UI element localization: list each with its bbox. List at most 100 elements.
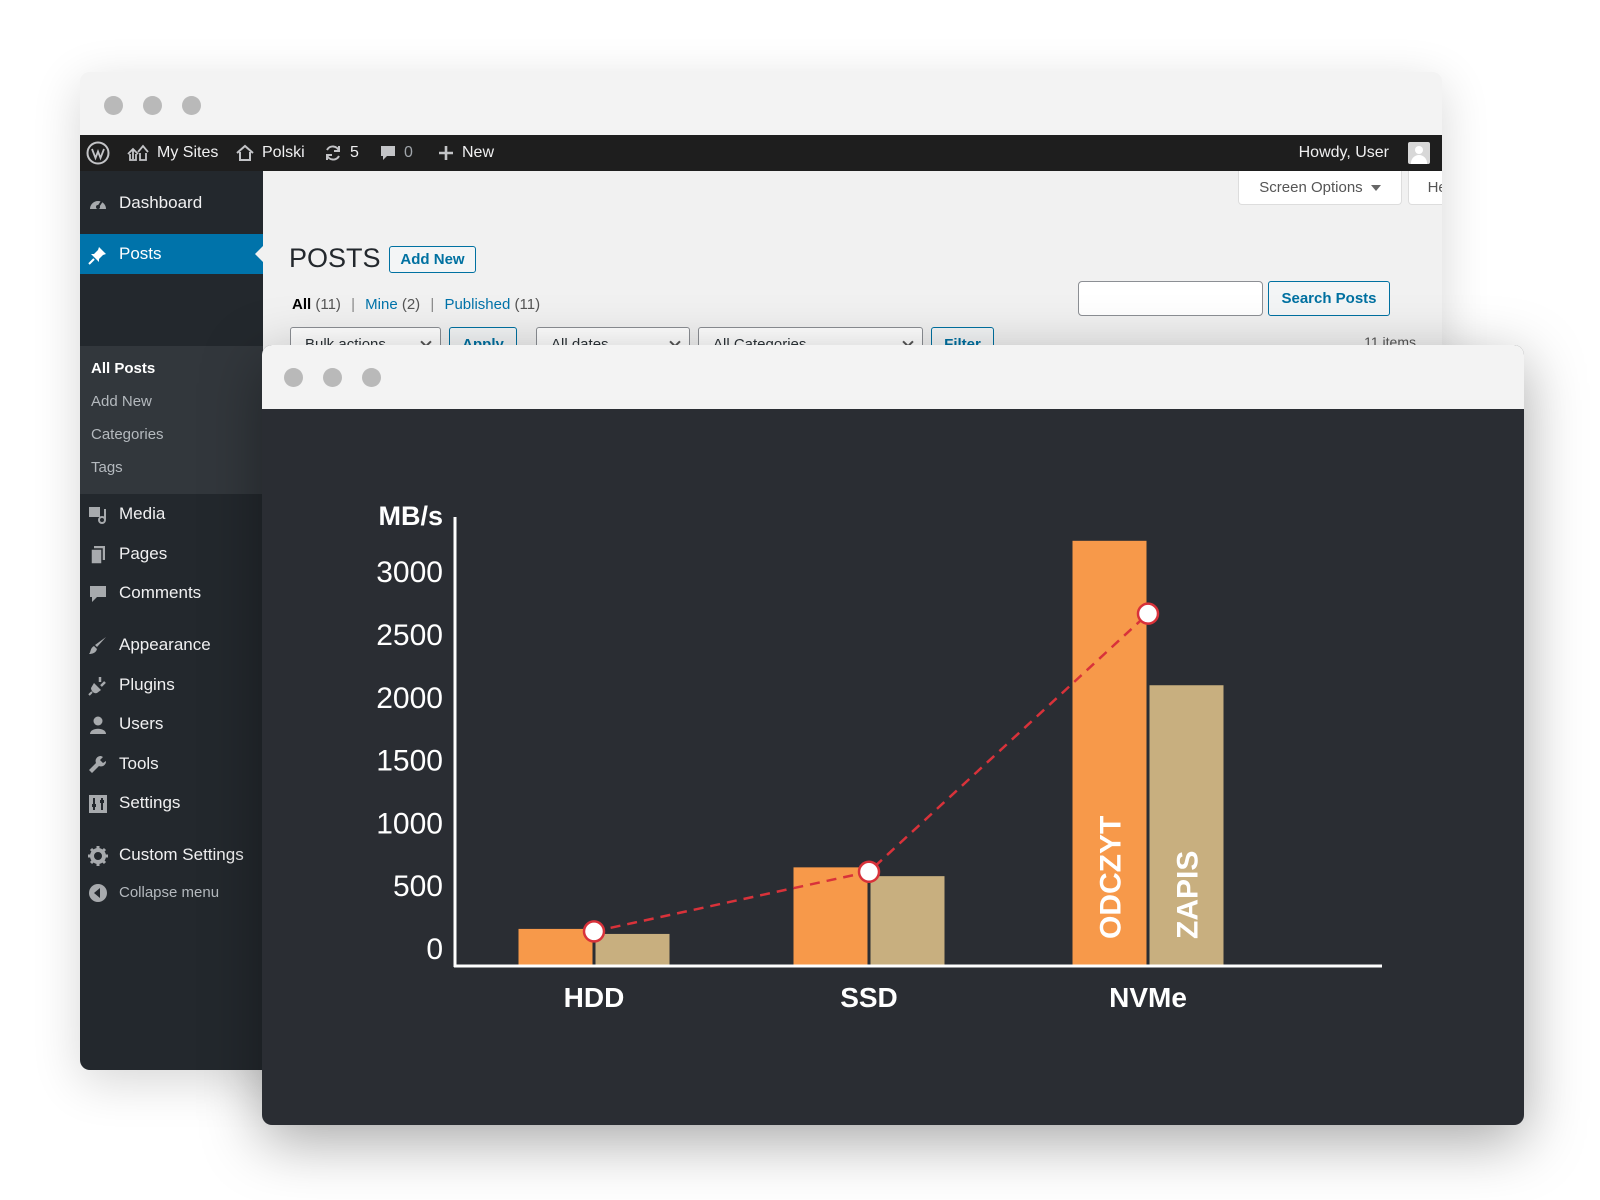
submenu-tags[interactable]: Tags	[91, 459, 123, 476]
post-status-filters: All (11) | Mine (2) | Published (11)	[292, 296, 540, 313]
sidebar-item-label: Dashboard	[119, 193, 203, 212]
pages-icon	[90, 546, 105, 565]
sidebar-item-settings[interactable]: Settings	[80, 783, 263, 823]
sidebar-item-label: Media	[119, 504, 166, 523]
comment-bubble-icon	[381, 146, 395, 160]
wordpress-logo-icon[interactable]	[86, 135, 110, 171]
sidebar-item-users[interactable]: Users	[80, 704, 263, 744]
my-sites-label: My Sites	[157, 144, 219, 161]
window-minimize-dot[interactable]	[323, 368, 342, 387]
sidebar-item-plugins[interactable]: Plugins	[80, 665, 263, 705]
search-posts-input[interactable]	[1078, 281, 1263, 316]
window-minimize-dot[interactable]	[143, 96, 162, 115]
sidebar-item-label: Plugins	[119, 675, 175, 694]
series-label-zapis: ZAPIS	[1172, 851, 1205, 939]
window-close-dot[interactable]	[104, 96, 123, 115]
sidebar-item-custom-settings[interactable]: Custom Settings	[80, 835, 263, 875]
bar-odczyt-ssd	[793, 867, 868, 965]
new-content-menu[interactable]: New	[437, 135, 494, 171]
submenu-categories[interactable]: Categories	[91, 426, 164, 443]
gear-icon	[88, 846, 108, 866]
plus-icon	[439, 146, 453, 160]
sliders-icon	[89, 795, 107, 813]
sidebar-item-label: Appearance	[119, 635, 211, 654]
speed-bar-chart: ODCZYT ZAPIS 0 500 1000 1500 2000 2500 3000 MB/s H…	[376, 501, 1382, 1013]
sidebar-item-label: Settings	[119, 793, 181, 812]
collapse-arrow-icon	[89, 884, 107, 902]
collapse-label: Collapse menu	[119, 883, 220, 901]
updates-menu[interactable]: 5	[323, 135, 359, 171]
x-tick-label-nvme: NVMe	[1109, 982, 1187, 1013]
admin-bar: My Sites Polski 5 0 New Howdy, User	[80, 135, 1442, 171]
filter-published[interactable]: Published	[444, 296, 510, 313]
posts-submenu: All Posts Add New Categories Tags	[80, 346, 263, 494]
x-tick-label-ssd: SSD	[840, 982, 898, 1013]
pin-icon	[88, 247, 106, 265]
site-name-label: Polski	[262, 144, 305, 161]
brush-icon	[89, 637, 106, 654]
y-tick-label-2500: 2500	[376, 619, 443, 652]
comments-count: 0	[404, 144, 413, 161]
window-titlebar	[262, 345, 1524, 409]
screen-options-button[interactable]: Screen Options	[1238, 171, 1402, 205]
window-zoom-dot[interactable]	[182, 96, 201, 115]
help-button[interactable]: Help	[1408, 171, 1442, 205]
sidebar-item-label: Custom Settings	[119, 845, 244, 864]
refresh-icon	[326, 145, 340, 161]
sidebar-item-media[interactable]: Media	[80, 494, 263, 534]
filter-all[interactable]: All	[292, 296, 311, 313]
window-close-dot[interactable]	[284, 368, 303, 387]
filter-mine-count: (2)	[401, 296, 421, 313]
plugin-icon	[88, 677, 106, 696]
y-tick-label-1000: 1000	[376, 807, 443, 840]
add-new-button[interactable]: Add New	[389, 246, 476, 273]
y-tick-label-0: 0	[426, 933, 443, 966]
user-icon	[90, 716, 106, 734]
sidebar-item-appearance[interactable]: Appearance	[80, 625, 263, 665]
trend-point-hdd	[582, 920, 606, 943]
sidebar-item-tools[interactable]: Tools	[80, 744, 263, 784]
admin-sidebar: Dashboard Posts All Posts Add New Catego…	[80, 171, 263, 1070]
home-icon	[236, 144, 254, 161]
filter-mine[interactable]: Mine	[365, 296, 398, 313]
y-axis-title: MB/s	[378, 501, 443, 531]
filter-separator: |	[351, 296, 355, 313]
submenu-add-new[interactable]: Add New	[91, 393, 152, 410]
collapse-menu-button[interactable]: Collapse menu	[80, 872, 263, 912]
submenu-all-posts[interactable]: All Posts	[91, 360, 155, 377]
my-sites-icon	[127, 144, 149, 161]
bar-zapis-hdd	[595, 933, 670, 965]
greeting: Howdy, User	[1298, 144, 1389, 161]
new-label: New	[462, 144, 495, 161]
filter-all-count: (11)	[315, 296, 341, 313]
site-name-menu[interactable]: Polski	[235, 135, 305, 171]
trend-point-nvme	[1136, 602, 1160, 625]
trend-point-ssd	[857, 860, 881, 884]
filter-published-count: (11)	[514, 296, 541, 313]
updates-count: 5	[350, 144, 359, 161]
y-tick-label-3000: 3000	[376, 556, 443, 589]
user-account-menu[interactable]: Howdy, User	[1299, 135, 1430, 171]
x-tick-label-hdd: HDD	[564, 982, 625, 1013]
screen-options-label: Screen Options	[1259, 179, 1363, 196]
sidebar-item-comments[interactable]: Comments	[80, 573, 263, 613]
page-title: POSTS	[289, 243, 381, 273]
filter-separator: |	[430, 296, 435, 313]
y-tick-label-1500: 1500	[376, 745, 443, 778]
comments-menu[interactable]: 0	[379, 135, 413, 171]
chart-window: ODCZYT ZAPIS 0 500 1000 1500 2000 2500 3000 MB/s H…	[262, 345, 1524, 1125]
search-posts-button[interactable]: Search Posts	[1268, 281, 1390, 316]
comment-icon	[90, 586, 106, 602]
sidebar-item-label: Comments	[119, 583, 202, 602]
caret-down-icon	[1370, 184, 1381, 191]
sidebar-item-label: Users	[119, 714, 164, 733]
sidebar-item-dashboard[interactable]: Dashboard	[80, 183, 263, 223]
y-tick-label-2000: 2000	[376, 682, 443, 715]
sidebar-item-label: Tools	[119, 754, 159, 773]
my-sites-menu[interactable]: My Sites	[126, 135, 218, 171]
y-tick-label-500: 500	[393, 870, 443, 903]
sidebar-item-posts[interactable]: Posts	[80, 234, 263, 274]
dashboard-icon	[90, 200, 106, 209]
window-zoom-dot[interactable]	[362, 368, 381, 387]
sidebar-item-pages[interactable]: Pages	[80, 534, 263, 574]
